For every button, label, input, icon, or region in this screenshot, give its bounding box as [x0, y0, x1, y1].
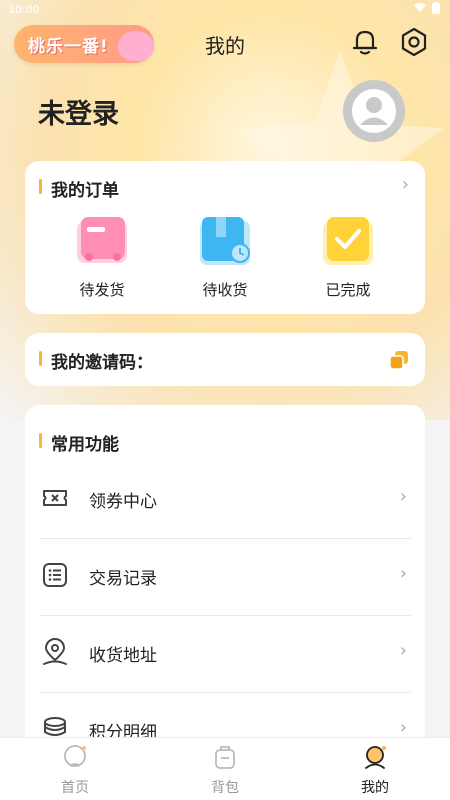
battery-icon: [432, 2, 440, 14]
default-avatar-icon: [352, 89, 396, 133]
backpack-icon: [215, 746, 235, 769]
status-bar: 10:00: [0, 0, 450, 20]
menu-item-transactions[interactable]: 交易记录 ›: [25, 539, 425, 615]
functions-card: 常用功能 领券中心 › 交易记录 › 收货地址 › 积分明细 ›: [25, 405, 425, 765]
order-label: 待发货: [79, 281, 125, 299]
tab-backpack[interactable]: 背包: [175, 744, 275, 797]
settings-icon[interactable]: [398, 26, 430, 58]
menu-item-address[interactable]: 收货地址 ›: [25, 616, 425, 692]
chevron-right-icon: ›: [399, 717, 407, 738]
user-name[interactable]: 未登录: [38, 92, 119, 131]
pending-ship-icon: [73, 213, 131, 269]
orders-card: 我的订单 › 待发货 待收货 已完成: [25, 161, 425, 314]
orders-title: 我的订单: [39, 176, 119, 201]
order-completed[interactable]: 已完成: [298, 213, 398, 300]
wifi-icon: [414, 3, 426, 12]
transaction-list-icon: [43, 563, 67, 587]
mine-icon: [365, 746, 386, 769]
menu-item-coupon-center[interactable]: 领券中心 ›: [25, 462, 425, 538]
avatar[interactable]: [343, 80, 405, 142]
tab-label: 我的: [361, 780, 389, 796]
chevron-right-icon: ›: [399, 563, 407, 584]
functions-title: 常用功能: [39, 430, 119, 455]
bell-icon[interactable]: [349, 26, 381, 58]
bottom-tab-bar: 首页 背包 我的: [0, 737, 450, 800]
menu-item-label: 交易记录: [89, 569, 157, 589]
status-time: 10:00: [8, 3, 40, 16]
menu-item-label: 收货地址: [89, 646, 157, 666]
order-pending-receive[interactable]: 待收货: [175, 213, 275, 300]
copy-icon[interactable]: [389, 350, 409, 370]
location-icon: [43, 638, 67, 665]
order-pending-ship[interactable]: 待发货: [52, 213, 152, 300]
tab-label: 背包: [211, 780, 239, 796]
page-title: 我的: [205, 34, 245, 58]
menu-item-label: 领券中心: [89, 492, 157, 512]
chevron-right-icon: ›: [399, 486, 407, 507]
chevron-right-icon: ›: [399, 640, 407, 661]
order-label: 待收货: [202, 281, 248, 299]
completed-icon: [319, 213, 377, 269]
home-icon: [64, 745, 86, 767]
invite-card: 我的邀请码：: [25, 333, 425, 386]
coupon-icon: [43, 490, 67, 506]
tab-label: 首页: [61, 780, 89, 796]
tab-mine[interactable]: 我的: [325, 744, 425, 797]
orders-chevron-right-icon[interactable]: ›: [402, 174, 409, 195]
invite-title: 我的邀请码：: [39, 348, 153, 373]
tab-home[interactable]: 首页: [25, 744, 125, 797]
order-label: 已完成: [325, 281, 371, 299]
pending-receive-icon: [196, 213, 254, 269]
